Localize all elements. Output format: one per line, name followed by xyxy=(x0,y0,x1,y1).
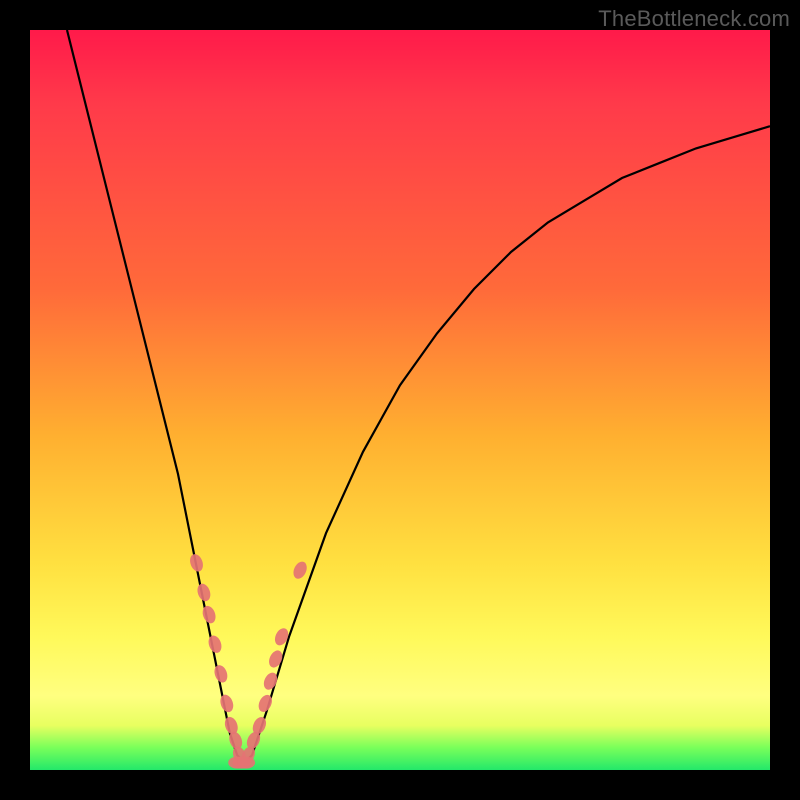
watermark-text: TheBottleneck.com xyxy=(598,6,790,32)
bottleneck-curve xyxy=(67,30,770,763)
scatter-layer xyxy=(188,552,310,768)
chart-svg xyxy=(30,30,770,770)
scatter-point xyxy=(237,757,255,769)
scatter-point xyxy=(206,634,223,655)
plot-area xyxy=(30,30,770,770)
scatter-point xyxy=(212,663,229,684)
curve-layer xyxy=(67,30,770,763)
scatter-point xyxy=(195,582,212,603)
scatter-point xyxy=(200,604,217,625)
scatter-point xyxy=(291,560,309,581)
chart-frame: TheBottleneck.com xyxy=(0,0,800,800)
scatter-point xyxy=(188,552,205,573)
scatter-point xyxy=(218,693,235,714)
